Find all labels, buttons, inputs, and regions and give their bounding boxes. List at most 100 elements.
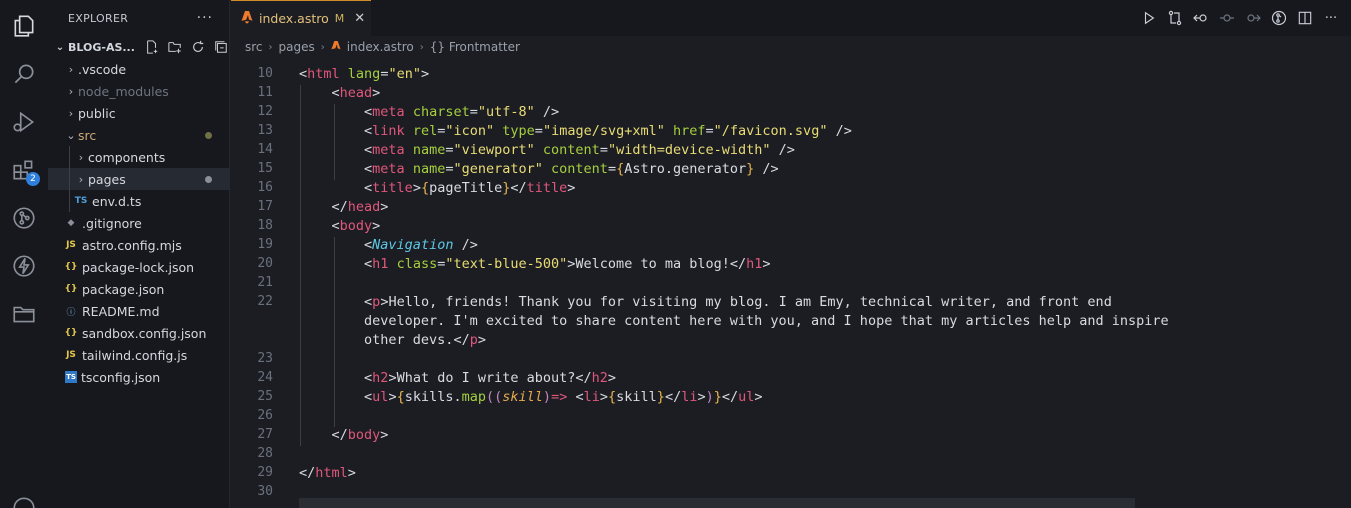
line-number: 13 bbox=[257, 123, 273, 138]
chevron-right-icon: › bbox=[419, 41, 424, 53]
breadcrumb-file[interactable]: index.astro bbox=[347, 40, 414, 54]
line-number: 24 bbox=[257, 370, 273, 385]
json-file-icon: {} bbox=[64, 284, 78, 294]
tab-label: index.astro bbox=[259, 11, 329, 26]
compare-changes-icon[interactable] bbox=[1167, 10, 1183, 26]
tree-item-gitignore[interactable]: ◆ .gitignore bbox=[48, 212, 230, 234]
go-back-change-icon[interactable] bbox=[1193, 10, 1209, 26]
code-line: developer. I'm excited to share content … bbox=[299, 313, 1169, 329]
line-number: 27 bbox=[257, 427, 273, 442]
more-actions-icon[interactable]: ··· bbox=[1323, 10, 1339, 26]
code-line: <head> bbox=[331, 85, 381, 101]
code-line: </body> bbox=[331, 427, 389, 443]
javascript-file-icon: JS bbox=[66, 240, 76, 250]
chevron-right-icon: › bbox=[78, 150, 84, 164]
code-editor[interactable]: 10 11 12 13 14 15 16 17 18 19 20 21 22 2… bbox=[231, 58, 1231, 508]
chevron-right-icon: › bbox=[320, 41, 325, 53]
workspace-root[interactable]: ⌄ BLOG-AS... bbox=[48, 36, 229, 58]
git-lens-icon[interactable] bbox=[1271, 10, 1287, 26]
explorer-files-icon[interactable] bbox=[10, 12, 38, 40]
line-number: 20 bbox=[257, 256, 273, 271]
chevron-down-icon: ⌄ bbox=[66, 128, 76, 142]
code-line: <title>{pageTitle}</title> bbox=[364, 180, 576, 196]
more-actions-icon[interactable]: ··· bbox=[197, 10, 213, 26]
new-folder-icon[interactable] bbox=[168, 40, 182, 54]
editor-area: index.astro M ✕ ··· src › pages › index.… bbox=[231, 0, 1351, 508]
tree-item-src[interactable]: ⌄ src bbox=[48, 124, 230, 146]
code-line: <body> bbox=[331, 218, 381, 234]
close-tab-icon[interactable]: ✕ bbox=[354, 11, 365, 26]
file-tree: › .vscode › node_modules › public ⌄ src … bbox=[48, 58, 230, 388]
code-line: <meta name="generator" content={Astro.ge… bbox=[364, 161, 779, 177]
breadcrumb-frontmatter[interactable]: {} Frontmatter bbox=[430, 40, 520, 54]
tree-item-tailwind-config[interactable]: JS tailwind.config.js bbox=[48, 344, 230, 366]
tab-bar: index.astro M ✕ ··· bbox=[231, 0, 1351, 36]
tree-item-node-modules[interactable]: › node_modules bbox=[48, 80, 230, 102]
tree-item-package-lock[interactable]: {} package-lock.json bbox=[48, 256, 230, 278]
run-debug-icon[interactable] bbox=[10, 108, 38, 136]
line-number: 30 bbox=[257, 484, 273, 499]
modified-dot bbox=[205, 175, 212, 183]
typescript-config-icon: TS bbox=[65, 371, 77, 383]
collapse-all-icon[interactable] bbox=[214, 40, 228, 54]
tree-item-readme[interactable]: ⓘ README.md bbox=[48, 300, 230, 322]
modified-dot bbox=[205, 131, 212, 139]
line-number: 17 bbox=[257, 199, 273, 214]
breadcrumb-src[interactable]: src bbox=[245, 40, 263, 54]
json-file-icon: {} bbox=[64, 328, 78, 338]
code-line: <html lang="en"> bbox=[299, 66, 430, 82]
line-number: 23 bbox=[257, 351, 273, 366]
modified-indicator: M bbox=[334, 12, 345, 25]
chevron-right-icon: › bbox=[78, 172, 84, 186]
workspace-title: BLOG-AS... bbox=[68, 40, 135, 54]
lightning-icon[interactable] bbox=[10, 252, 38, 280]
editor-toolbar: ··· bbox=[1141, 0, 1339, 36]
activity-bar: 2 bbox=[0, 0, 48, 508]
tree-item-components[interactable]: › components bbox=[48, 146, 230, 168]
line-number: 16 bbox=[257, 180, 273, 195]
current-line-highlight bbox=[299, 498, 1135, 508]
tree-item-pages[interactable]: › pages bbox=[48, 168, 230, 190]
code-line: <Navigation /> bbox=[364, 237, 478, 253]
folder-icon[interactable] bbox=[10, 300, 38, 328]
account-icon[interactable] bbox=[10, 494, 38, 508]
tree-item-astro-config[interactable]: JS astro.config.mjs bbox=[48, 234, 230, 256]
chevron-right-icon: › bbox=[268, 41, 273, 53]
code-line: </html> bbox=[299, 465, 356, 481]
tab-index-astro[interactable]: index.astro M ✕ bbox=[231, 0, 371, 36]
explorer-header: EXPLORER ··· bbox=[48, 0, 229, 36]
chevron-right-icon: › bbox=[68, 62, 74, 76]
refresh-icon[interactable] bbox=[191, 40, 205, 54]
tree-item-public[interactable]: › public bbox=[48, 102, 230, 124]
tree-item-tsconfig[interactable]: TS tsconfig.json bbox=[48, 366, 230, 388]
line-number: 19 bbox=[257, 237, 273, 252]
line-number: 26 bbox=[257, 408, 273, 423]
split-editor-icon[interactable] bbox=[1297, 10, 1313, 26]
new-file-icon[interactable] bbox=[145, 40, 159, 54]
code-line: <meta charset="utf-8" /> bbox=[364, 104, 560, 120]
line-number: 25 bbox=[257, 389, 273, 404]
code-line: <h2>What do I write about?</h2> bbox=[364, 370, 617, 386]
open-changes-icon[interactable] bbox=[1219, 10, 1235, 26]
code-line: <h1 class="text-blue-500">Welcome to ma … bbox=[364, 256, 771, 272]
line-number: 29 bbox=[257, 465, 273, 480]
line-number: 10 bbox=[257, 66, 273, 81]
code-line: other devs.</p> bbox=[299, 332, 486, 348]
tree-item-vscode[interactable]: › .vscode bbox=[48, 58, 230, 80]
code-line: <link rel="icon" type="image/svg+xml" hr… bbox=[364, 123, 852, 139]
search-icon[interactable] bbox=[10, 60, 38, 88]
tree-item-package-json[interactable]: {} package.json bbox=[48, 278, 230, 300]
git-diamond-icon: ◆ bbox=[67, 218, 75, 228]
breadcrumb-pages[interactable]: pages bbox=[279, 40, 315, 54]
line-number: 28 bbox=[257, 446, 273, 461]
json-file-icon: {} bbox=[64, 262, 78, 272]
explorer-sidebar: EXPLORER ··· ⌄ BLOG-AS... › .vscode › no… bbox=[48, 0, 230, 508]
go-forward-change-icon[interactable] bbox=[1245, 10, 1261, 26]
typescript-file-icon: TS bbox=[74, 196, 88, 206]
astro-file-icon bbox=[241, 10, 253, 27]
run-icon[interactable] bbox=[1141, 10, 1157, 26]
tree-item-sandbox-config[interactable]: {} sandbox.config.json bbox=[48, 322, 230, 344]
tree-indent-guide bbox=[69, 146, 70, 212]
source-control-icon[interactable] bbox=[10, 204, 38, 232]
tree-item-env-d-ts[interactable]: TS env.d.ts bbox=[48, 190, 230, 212]
